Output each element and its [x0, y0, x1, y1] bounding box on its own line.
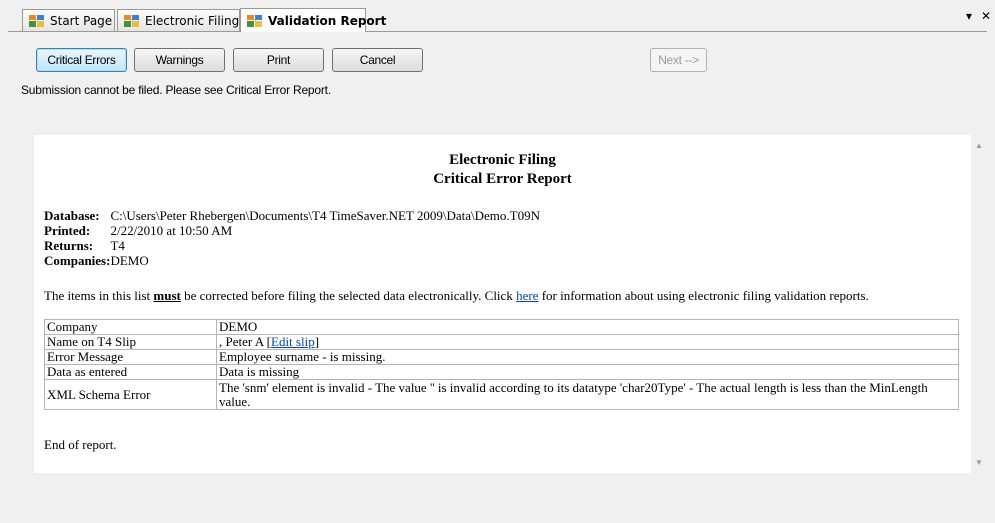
meta-row: Returns: T4: [44, 238, 540, 253]
warnings-button[interactable]: Warnings: [134, 48, 225, 72]
report-icon: [247, 14, 262, 27]
note-text: be corrected before filing the selected …: [180, 288, 517, 303]
critical-errors-button[interactable]: Critical Errors: [36, 48, 127, 72]
slip-name: , Peter A [: [219, 334, 271, 349]
field-value: Employee surname - is missing.: [216, 349, 959, 365]
field-value: , Peter A [Edit slip]: [216, 334, 959, 350]
field-value: DEMO: [216, 319, 959, 335]
chevron-down-icon[interactable]: ▾: [966, 9, 972, 23]
cancel-button[interactable]: Cancel: [332, 48, 423, 72]
next-button[interactable]: Next -->: [650, 48, 707, 72]
report-title: Electronic Filing: [449, 152, 556, 168]
field-name: Company: [44, 319, 217, 335]
report-panel: Electronic Filing Critical Error Report …: [34, 135, 971, 473]
scroll-up-arrow-icon[interactable]: ▲: [975, 141, 983, 150]
tab-validation-report[interactable]: Validation Report: [240, 8, 386, 32]
note-emphasis: must: [153, 288, 181, 303]
meta-value: C:\Users\Peter Rhebergen\Documents\T4 Ti…: [110, 208, 540, 223]
meta-key: Printed:: [44, 223, 91, 238]
report-icon: [29, 14, 44, 27]
tab-label: Start Page: [50, 13, 113, 28]
tab-label: Validation Report: [268, 13, 387, 28]
vertical-scrollbar[interactable]: ▲ ▼: [971, 135, 989, 473]
meta-row: Printed: 2/22/2010 at 10:50 AM: [44, 223, 540, 238]
field-name: Error Message: [44, 349, 217, 365]
table-row: Error Message Employee surname - is miss…: [44, 349, 959, 365]
field-name: Name on T4 Slip: [44, 334, 217, 350]
report-instructions: The items in this list must be corrected…: [44, 288, 869, 304]
tab-divider: [8, 31, 987, 32]
field-name: Data as entered: [44, 364, 217, 380]
help-link[interactable]: here: [516, 288, 538, 303]
report-subtitle: Critical Error Report: [433, 171, 572, 187]
meta-value: 2/22/2010 at 10:50 AM: [110, 223, 233, 238]
note-text: The items in this list: [44, 288, 154, 303]
close-icon[interactable]: ✕: [981, 9, 991, 23]
error-table: Company DEMO Name on T4 Slip , Peter A […: [44, 319, 959, 410]
tab-strip: Start Page Electronic Filing Validation …: [0, 0, 995, 32]
meta-key: Database:: [44, 208, 100, 223]
field-value: The 'snm' element is invalid - The value…: [216, 379, 959, 410]
note-text: for information about using electronic f…: [538, 288, 869, 303]
table-row: Name on T4 Slip , Peter A [Edit slip]: [44, 334, 959, 350]
print-button[interactable]: Print: [233, 48, 324, 72]
end-of-report: End of report.: [44, 437, 117, 452]
meta-value: DEMO: [110, 253, 149, 268]
scroll-down-arrow-icon[interactable]: ▼: [975, 458, 983, 467]
meta-row: Companies: DEMO: [44, 253, 540, 268]
tab-electronic-filing[interactable]: Electronic Filing: [117, 9, 240, 31]
table-row: XML Schema Error The 'snm' element is in…: [44, 379, 959, 410]
tab-start-page[interactable]: Start Page: [22, 9, 115, 31]
field-value: Data is missing: [216, 364, 959, 380]
table-row: Company DEMO: [44, 319, 959, 335]
edit-slip-link[interactable]: Edit slip: [271, 334, 315, 349]
status-message: Submission cannot be filed. Please see C…: [21, 83, 331, 97]
meta-key: Returns:: [44, 238, 94, 253]
meta-value: T4: [110, 238, 125, 253]
bracket: ]: [314, 334, 320, 349]
field-name: XML Schema Error: [44, 379, 217, 410]
meta-key: Companies:: [44, 253, 111, 268]
report-meta: Database: C:\Users\Peter Rhebergen\Docum…: [44, 208, 540, 268]
table-row: Data as entered Data is missing: [44, 364, 959, 380]
meta-row: Database: C:\Users\Peter Rhebergen\Docum…: [44, 208, 540, 223]
report-icon: [124, 14, 139, 27]
tab-label: Electronic Filing: [145, 13, 240, 28]
